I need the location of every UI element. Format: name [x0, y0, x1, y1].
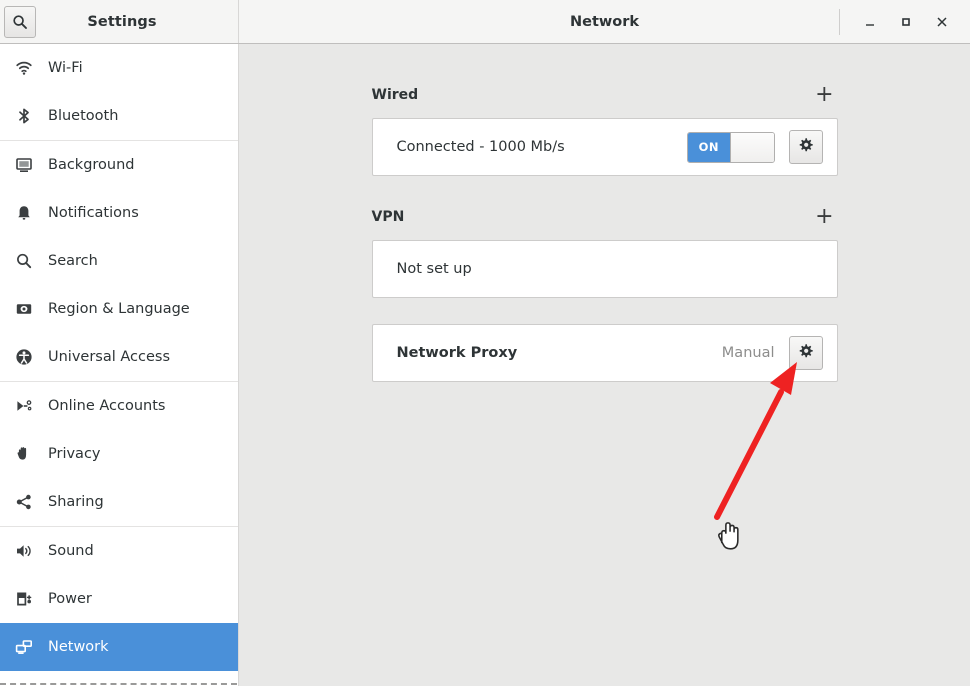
search-icon [10, 252, 38, 270]
bluetooth-icon [10, 107, 38, 125]
sidebar-item-privacy[interactable]: Privacy [0, 430, 238, 478]
sidebar-item-label: Region & Language [48, 301, 190, 317]
vpn-section-header: VPN + [372, 204, 838, 230]
titlebar-sidebar-header: Settings [0, 0, 239, 43]
network-proxy-settings-button[interactable] [788, 336, 823, 370]
section-title: VPN [371, 209, 405, 225]
window-controls [839, 0, 970, 43]
sidebar-item-sharing[interactable]: Sharing [0, 478, 238, 526]
search-button[interactable] [4, 5, 36, 38]
wired-section-header: Wired + [372, 82, 838, 108]
vpn-card: Not set up [371, 240, 838, 298]
add-vpn-button[interactable]: + [811, 206, 837, 228]
wired-status-label: Connected - 1000 Mb/s [396, 139, 565, 155]
minimize-button[interactable] [852, 4, 888, 40]
network-proxy-card: Network Proxy Manual [371, 324, 838, 382]
network-proxy-row[interactable]: Network Proxy Manual [373, 325, 837, 381]
gear-icon [797, 343, 814, 364]
sidebar: Wi-Fi Bluetooth Background Notifications… [0, 44, 239, 686]
sidebar-item-universal-access[interactable]: Universal Access [0, 333, 238, 381]
sidebar-item-bluetooth[interactable]: Bluetooth [0, 92, 238, 140]
region-language-icon [10, 300, 38, 318]
sidebar-item-label: Sound [48, 543, 94, 559]
sidebar-item-label: Privacy [48, 446, 101, 462]
add-wired-button[interactable]: + [811, 84, 837, 106]
sidebar-item-sound[interactable]: Sound [0, 527, 238, 575]
maximize-button[interactable] [888, 4, 924, 40]
sidebar-item-label: Background [48, 157, 135, 173]
wired-card: Connected - 1000 Mb/s ON [371, 118, 838, 176]
sidebar-item-search[interactable]: Search [0, 237, 238, 285]
network-icon [10, 638, 38, 656]
bell-icon [10, 204, 38, 222]
search-icon [12, 14, 28, 30]
sidebar-item-label: Power [48, 591, 92, 607]
sidebar-item-label: Notifications [48, 205, 139, 221]
titlebar: Settings Network [0, 0, 970, 44]
sidebar-item-wifi[interactable]: Wi-Fi [0, 44, 238, 92]
close-button[interactable] [924, 4, 960, 40]
wired-row[interactable]: Connected - 1000 Mb/s ON [373, 119, 837, 175]
titlebar-main-header: Network [239, 0, 970, 43]
sidebar-item-label: Network [48, 639, 109, 655]
sidebar-item-background[interactable]: Background [0, 141, 238, 189]
wifi-icon [10, 59, 38, 77]
sidebar-item-label: Search [48, 253, 98, 269]
sidebar-item-online-accounts[interactable]: Online Accounts [0, 382, 238, 430]
sidebar-item-label: Bluetooth [48, 108, 119, 124]
network-proxy-value: Manual [721, 345, 775, 361]
toggle-knob [730, 132, 774, 162]
power-battery-icon [10, 590, 38, 608]
wired-settings-button[interactable] [788, 130, 823, 164]
window-body: Wi-Fi Bluetooth Background Notifications… [0, 44, 970, 686]
toggle-on-label: ON [687, 132, 730, 162]
vpn-status-label: Not set up [396, 261, 472, 277]
sound-icon [10, 542, 38, 560]
vpn-row[interactable]: Not set up [373, 241, 837, 297]
sidebar-item-label: Universal Access [48, 349, 171, 365]
privacy-hand-icon [10, 445, 38, 463]
gear-icon [797, 137, 814, 158]
background-icon [10, 156, 38, 174]
window-controls-separator [839, 8, 840, 35]
settings-window: Settings Network Wi-Fi Bluetooth Backgro… [0, 0, 970, 686]
sidebar-item-region-language[interactable]: Region & Language [0, 285, 238, 333]
network-panel: Wired + Connected - 1000 Mb/s ON VPN + N… [239, 44, 970, 686]
sidebar-item-notifications[interactable]: Notifications [0, 189, 238, 237]
wired-toggle[interactable]: ON [686, 131, 775, 163]
section-title: Wired [371, 87, 419, 103]
sidebar-item-label: Online Accounts [48, 398, 166, 414]
sidebar-item-label: Sharing [48, 494, 104, 510]
online-accounts-icon [10, 397, 38, 415]
network-proxy-label: Network Proxy [396, 345, 518, 361]
app-title: Settings [87, 13, 157, 30]
universal-access-icon [10, 348, 38, 366]
sidebar-item-label: Wi-Fi [48, 60, 83, 76]
sidebar-item-network[interactable]: Network [0, 623, 238, 671]
sharing-icon [10, 493, 38, 511]
sidebar-item-power[interactable]: Power [0, 575, 238, 623]
